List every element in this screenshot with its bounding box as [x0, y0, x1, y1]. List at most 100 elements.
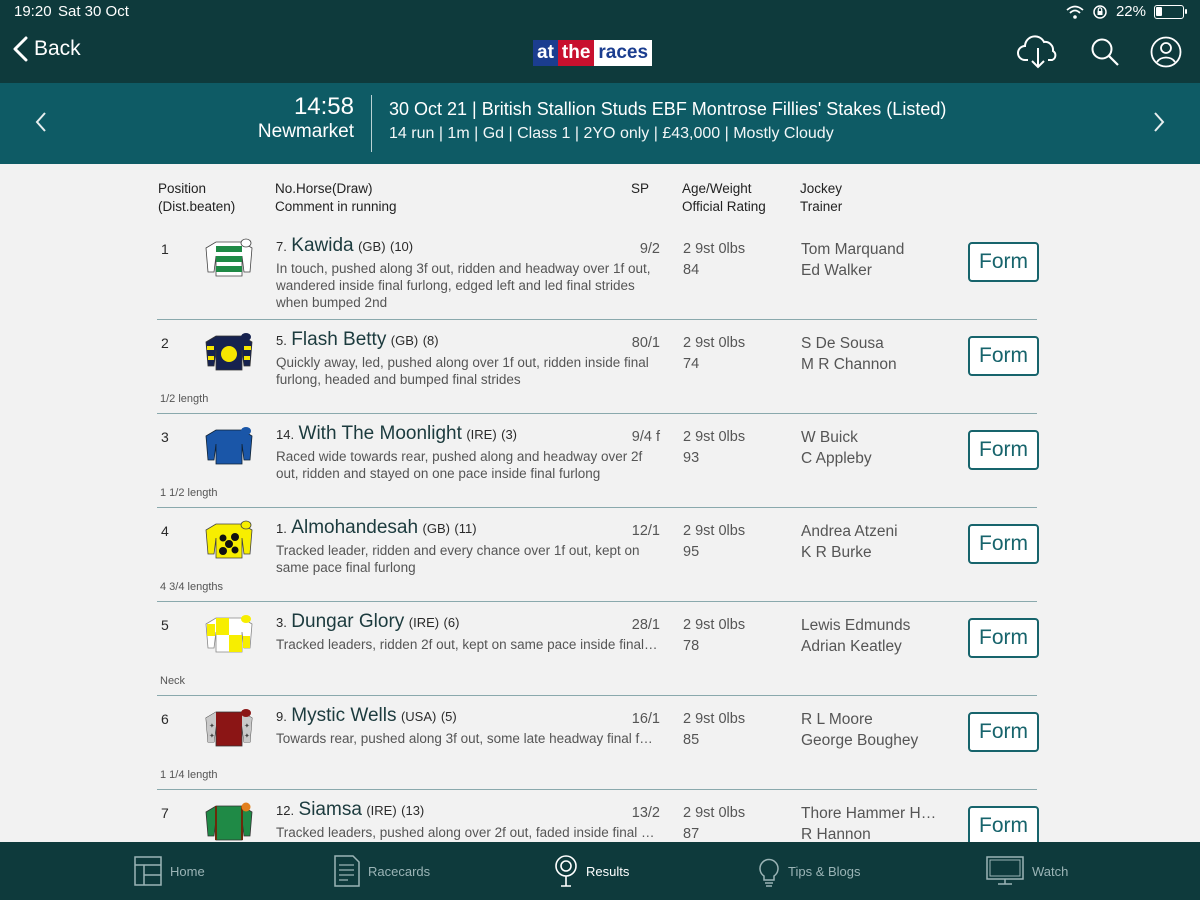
search-icon[interactable] [1090, 37, 1120, 72]
tab-results[interactable]: Results [554, 842, 629, 900]
horse-name[interactable]: Kawida [291, 235, 353, 256]
horse-country: (GB) [358, 239, 386, 254]
tab-results-label: Results [586, 863, 630, 879]
official-rating: 85 [683, 732, 700, 748]
horse-draw: (8) [422, 333, 439, 348]
jockey-name[interactable]: Tom Marquand [801, 241, 904, 259]
wifi-icon [1066, 5, 1084, 19]
trainer-name[interactable]: R Hannon [801, 826, 871, 842]
horse-country: (GB) [422, 521, 450, 536]
horse-name[interactable]: Flash Betty [291, 329, 386, 350]
chevron-left-icon [35, 112, 46, 132]
trainer-name[interactable]: C Appleby [801, 450, 872, 468]
form-button[interactable]: Form [968, 712, 1039, 752]
result-row[interactable]: 1 7. Kawida (GB) (10) In touch, pushed a… [0, 226, 1200, 320]
result-row[interactable]: 5 Neck 3. Dungar Glory (IRE) (6) Tracked… [0, 602, 1200, 696]
col-age-weight-label: Age/Weight [682, 181, 752, 196]
distance-beaten: 1/2 length [160, 393, 209, 405]
back-label: Back [34, 37, 81, 60]
trainer-name[interactable]: George Boughey [801, 732, 918, 750]
result-row[interactable]: 7 12. Siamsa (IRE) (13) Tracked leaders,… [0, 790, 1200, 842]
form-button[interactable]: Form [968, 430, 1039, 470]
jockey-name[interactable]: W Buick [801, 429, 858, 447]
jockey-name[interactable]: Lewis Edmunds [801, 617, 910, 635]
jockey-name[interactable]: Andrea Atzeni [801, 523, 898, 541]
age-weight: 2 9st 0lbs [683, 241, 746, 257]
col-comment-label: Comment in running [275, 199, 397, 214]
horse-draw: (13) [401, 803, 425, 818]
official-rating: 87 [683, 826, 700, 842]
horse-line: 12. Siamsa (IRE) (13) [276, 799, 424, 821]
race-details: 14 run | 1m | Gd | Class 1 | 2YO only | … [389, 125, 834, 142]
horse-draw: (11) [454, 521, 477, 536]
form-button[interactable]: Form [968, 336, 1039, 376]
position: 1 [161, 241, 169, 257]
result-row[interactable]: 4 4 3/4 lengths 1. Almohandesah (GB) (11… [0, 508, 1200, 602]
status-bar: 19:20 Sat 30 Oct 22% [0, 0, 1200, 24]
horse-line: 5. Flash Betty (GB) (8) [276, 329, 439, 351]
battery-icon [1154, 4, 1187, 19]
race-header: 14:58 Newmarket 30 Oct 21 | British Stal… [0, 83, 1200, 164]
col-trainer-label: Trainer [800, 199, 843, 214]
jockey-name[interactable]: S De Sousa [801, 335, 884, 353]
starting-price: 9/2 [639, 241, 660, 257]
horse-name[interactable]: With The Moonlight [299, 423, 462, 444]
jockey-name[interactable]: R L Moore [801, 711, 873, 729]
horse-name[interactable]: Almohandesah [291, 517, 418, 538]
trainer-name[interactable]: K R Burke [801, 544, 872, 562]
trainer-name[interactable]: Ed Walker [801, 262, 872, 280]
horse-draw: (5) [440, 709, 457, 724]
previous-race-button[interactable] [34, 107, 48, 141]
results-list: 1 7. Kawida (GB) (10) In touch, pushed a… [0, 226, 1200, 842]
chevron-left-icon [13, 36, 28, 62]
horse-line: 9. Mystic Wells (USA) (5) [276, 705, 457, 727]
chevron-right-icon [1154, 112, 1165, 132]
back-button[interactable]: Back [12, 36, 81, 62]
starting-price: 28/1 [631, 617, 660, 633]
logo-part-1: at [533, 40, 558, 66]
status-right: 22% [1066, 3, 1187, 20]
position: 2 [161, 335, 169, 351]
account-icon[interactable] [1150, 36, 1182, 73]
trainer-name[interactable]: Adrian Keatley [801, 638, 902, 656]
horse-line: 14. With The Moonlight (IRE) (3) [276, 423, 517, 445]
form-button[interactable]: Form [968, 524, 1039, 564]
jockey-name[interactable]: Thore Hammer Ha… [801, 805, 943, 823]
starting-price: 80/1 [631, 335, 660, 351]
tab-racecards[interactable]: Racecards [334, 842, 430, 900]
position: 3 [161, 429, 169, 445]
starting-price: 16/1 [631, 711, 660, 727]
horse-line: 7. Kawida (GB) (10) [276, 235, 413, 257]
race-time: 14:58 [293, 93, 354, 120]
svg-text:✦: ✦ [209, 722, 215, 730]
result-row[interactable]: 3 1 1/2 length 14. With The Moonlight (I… [0, 414, 1200, 508]
horse-line: 3. Dungar Glory (IRE) (6) [276, 611, 459, 633]
cloud-download-icon[interactable] [1016, 34, 1060, 75]
form-button[interactable]: Form [968, 618, 1039, 658]
tab-home[interactable]: Home [134, 842, 205, 900]
racecard-icon [334, 855, 360, 887]
horse-country: (USA) [400, 709, 437, 724]
col-age-weight: Age/Weight Official Rating [682, 180, 766, 216]
col-jockey-label: Jockey [800, 181, 843, 196]
horse-name[interactable]: Siamsa [299, 799, 362, 820]
tab-watch[interactable]: Watch [986, 842, 1068, 900]
tab-tips-blogs[interactable]: Tips & Blogs [758, 842, 861, 900]
horse-name[interactable]: Dungar Glory [291, 611, 404, 632]
position: 5 [161, 617, 169, 633]
horse-country: (IRE) [466, 427, 497, 442]
col-jockey: Jockey Trainer [800, 180, 842, 216]
trainer-name[interactable]: M R Channon [801, 356, 897, 374]
result-row[interactable]: 6 1 1/4 length ✦ ✦ ✦ ✦ 9. Mystic Wells (US… [0, 696, 1200, 790]
horse-number: 5. [276, 333, 287, 348]
age-weight: 2 9st 0lbs [683, 805, 746, 821]
horse-number: 14. [276, 427, 295, 442]
position: 6 [161, 711, 169, 727]
next-race-button[interactable] [1152, 107, 1166, 141]
age-weight: 2 9st 0lbs [683, 429, 746, 445]
result-row[interactable]: 2 1/2 length 5. Flash Betty (GB) (8) Qui… [0, 320, 1200, 414]
svg-text:✦: ✦ [244, 722, 250, 730]
form-button[interactable]: Form [968, 242, 1039, 282]
horse-name[interactable]: Mystic Wells [291, 705, 396, 726]
form-button[interactable]: Form [968, 806, 1039, 842]
